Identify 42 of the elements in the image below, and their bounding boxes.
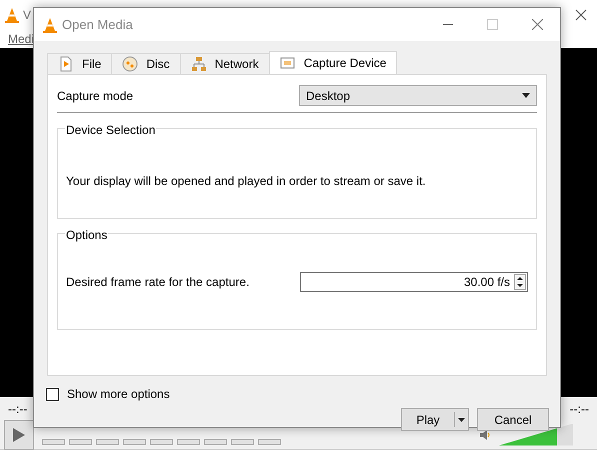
checkbox-label: Show more options — [67, 386, 170, 403]
play-button[interactable]: Play — [401, 408, 469, 431]
menu-item[interactable]: Medi — [8, 30, 34, 48]
file-icon — [58, 56, 74, 72]
checkbox[interactable] — [46, 388, 59, 400]
time-elapsed: --:-- — [8, 400, 28, 418]
control-button[interactable] — [231, 439, 254, 445]
control-button[interactable] — [42, 439, 65, 445]
control-button[interactable] — [69, 439, 92, 445]
close-icon — [532, 19, 543, 30]
tab[interactable]: Capture Device — [268, 51, 398, 74]
control-button[interactable] — [258, 439, 281, 445]
dialog-title: Open Media — [62, 16, 134, 34]
play-button[interactable] — [4, 420, 34, 450]
frame-rate-spinbox[interactable]: 30.00 f/s — [300, 272, 528, 292]
control-button[interactable] — [177, 439, 200, 445]
close-icon[interactable] — [575, 9, 587, 21]
control-button[interactable] — [204, 439, 227, 445]
capture-device-icon — [280, 55, 296, 71]
window-title: V — [23, 7, 32, 24]
field-label: Desired frame rate for the capture. — [66, 274, 250, 290]
tab[interactable]: File — [47, 53, 112, 74]
description-text: Your display will be opened and played in order to stream or save it. — [66, 173, 426, 190]
network-icon — [190, 56, 207, 72]
vlc-cone-icon — [4, 7, 20, 23]
maximize-icon — [487, 19, 498, 30]
cancel-button[interactable]: Cancel — [477, 408, 549, 431]
control-button[interactable] — [123, 439, 146, 445]
spinner-arrows-icon — [514, 274, 526, 290]
tab[interactable]: Network — [180, 53, 270, 74]
disc-icon — [122, 56, 138, 72]
tab[interactable]: Disc — [111, 53, 181, 74]
speaker-icon[interactable] — [479, 428, 491, 440]
caret-icon — [522, 93, 530, 98]
field-label: Capture mode — [57, 88, 134, 104]
play-icon — [12, 426, 26, 442]
minimize-icon — [442, 24, 452, 25]
time-total: --:-- — [570, 400, 589, 418]
capture-mode-dropdown[interactable]: Desktop — [299, 85, 537, 106]
control-button[interactable] — [96, 439, 119, 445]
vlc-cone-icon — [42, 16, 58, 32]
control-button[interactable] — [150, 439, 173, 445]
